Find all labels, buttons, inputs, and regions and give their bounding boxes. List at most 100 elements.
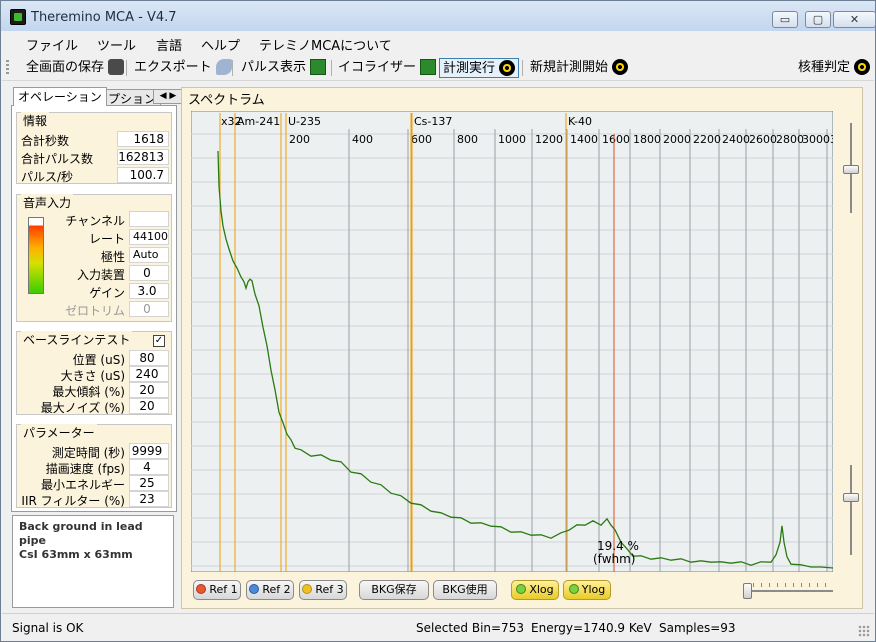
bkg-save-button[interactable]: BKG保存 — [359, 580, 429, 600]
ref1-label: Ref 1 — [209, 583, 238, 596]
x-tick-label: 200 — [289, 133, 310, 146]
measure-time-field[interactable]: 9999 — [129, 443, 169, 459]
audio-row: 入力装置 0 — [17, 265, 173, 282]
x-tick-label: 800 — [457, 133, 478, 146]
toolbar-separator — [331, 60, 332, 76]
input-device-field[interactable]: 0 — [129, 265, 169, 281]
min-energy-field[interactable]: 25 — [129, 475, 169, 491]
param-row: IIR フィルター (%) 23 — [17, 491, 173, 508]
spectrum-plot[interactable]: 200 400 600 800 1000 1200 1400 1600 1800 2000 2200… — [191, 111, 833, 572]
ref3-button[interactable]: Ref 3 — [299, 580, 347, 600]
tab-scroll-arrows[interactable]: ◀ ▶ — [153, 89, 183, 104]
note-line: Back ground in lead pipe — [19, 520, 143, 547]
slider-thumb[interactable] — [843, 493, 859, 502]
baseline-row: 大きさ (uS) 240 — [17, 366, 173, 383]
save-screen-button[interactable]: 全画面の保存 — [26, 58, 125, 78]
x-tick-label: 3000 — [802, 133, 830, 146]
param-row: 最小エネルギー 25 — [17, 475, 173, 492]
notes-textbox[interactable]: Back ground in lead pipe CsI 63mm x 63mm — [12, 515, 174, 608]
resize-grip[interactable] — [858, 625, 870, 637]
signal-status: Signal is OK — [12, 621, 84, 635]
audio-label: ゲイン — [89, 286, 125, 300]
equalizer-button[interactable]: イコライザー — [338, 58, 437, 78]
menu-tools[interactable]: ツール — [97, 35, 136, 54]
info-row: パルス/秒 100.7 — [17, 167, 173, 184]
app-icon — [10, 9, 26, 25]
menu-file[interactable]: ファイル — [26, 35, 78, 54]
slider-thumb[interactable] — [743, 583, 752, 599]
rate-field[interactable]: 44100 — [129, 229, 169, 245]
ref2-label: Ref 2 — [262, 583, 291, 596]
export-button[interactable]: エクスポート — [134, 58, 232, 78]
baseline-checkbox[interactable]: ✓ — [153, 335, 165, 347]
x-tick-labels: 200 400 600 800 1000 1200 1400 1600 1800 2000 2200… — [289, 133, 833, 146]
isotope-marker-label: Cs-137 — [414, 115, 452, 128]
size-field[interactable]: 240 — [129, 366, 169, 382]
toolbar-grip[interactable] — [6, 60, 9, 76]
gain-field[interactable]: 3.0 — [129, 283, 169, 299]
x-scroll-slider[interactable] — [743, 579, 835, 601]
y-zoom-slider[interactable] — [841, 119, 861, 214]
draw-speed-field[interactable]: 4 — [129, 459, 169, 475]
baseline-group-title: ベースラインテスト — [21, 331, 133, 348]
maximize-button[interactable]: ▢ — [805, 11, 831, 28]
audio-label: 極性 — [100, 250, 125, 264]
energy-readout: Energy=1740.9 KeV — [531, 621, 652, 635]
radiation-icon — [612, 58, 629, 75]
ref1-button[interactable]: Ref 1 — [193, 580, 241, 600]
menu-help[interactable]: ヘルプ — [201, 35, 240, 54]
xlog-label: Xlog — [529, 583, 554, 596]
slider-track — [850, 465, 852, 555]
tab-operation[interactable]: オペレーション — [13, 87, 107, 106]
position-field[interactable]: 80 — [129, 350, 169, 366]
note-line: CsI 63mm x 63mm — [19, 548, 133, 561]
info-group-title: 情報 — [21, 112, 50, 129]
y-offset-slider[interactable] — [841, 461, 861, 556]
new-measure-button[interactable]: 新規計測開始 — [530, 58, 629, 78]
x-tick-label: 2000 — [663, 133, 691, 146]
close-button[interactable]: ✕ — [833, 11, 876, 28]
x-tick-label: 2800 — [776, 133, 804, 146]
x-tick-label: 1400 — [570, 133, 598, 146]
iir-filter-field[interactable]: 23 — [129, 491, 169, 507]
audio-row: チャンネル — [17, 211, 173, 228]
isotope-id-label: 核種判定 — [798, 60, 851, 75]
ylog-button[interactable]: Ylog — [563, 580, 611, 600]
slider-thumb[interactable] — [843, 165, 859, 174]
new-measure-label: 新規計測開始 — [530, 60, 609, 75]
info-label: 合計パルス数 — [21, 152, 94, 166]
info-label: 合計秒数 — [21, 134, 70, 148]
samples-count: Samples=93 — [659, 621, 736, 635]
minimize-button[interactable]: ▭ — [772, 11, 798, 28]
param-label: IIR フィルター (%) — [21, 494, 125, 508]
audio-row: ゲイン 3.0 — [17, 283, 173, 300]
bkg-use-button[interactable]: BKG使用 — [433, 580, 497, 600]
run-measure-label: 計測実行 — [443, 61, 496, 76]
fwhm-label: (fwhm) — [593, 552, 636, 566]
baseline-label: 最大ノイズ (%) — [40, 401, 125, 415]
max-noise-field[interactable]: 20 — [129, 398, 169, 414]
run-measure-button[interactable]: 計測実行 — [439, 58, 520, 78]
ylog-label: Ylog — [581, 583, 606, 596]
info-value: 162813 — [117, 149, 169, 165]
isotope-marker-label: U-235 — [288, 115, 321, 128]
ylog-dot-icon — [568, 584, 579, 594]
xlog-dot-icon — [516, 584, 527, 594]
xlog-button[interactable]: Xlog — [511, 580, 559, 600]
isotope-id-button[interactable]: 核種判定 — [798, 58, 871, 78]
export-icon — [215, 58, 232, 75]
pulse-display-button[interactable]: パルス表示 — [241, 58, 327, 78]
max-slope-field[interactable]: 20 — [129, 382, 169, 398]
param-row: 測定時間 (秒) 9999 — [17, 443, 173, 460]
fwhm-value: 19.4 % — [597, 539, 639, 553]
left-panel: オペレーション オプション ◀ ▶ 情報 合計秒数 1618 合計パルス数 16… — [11, 87, 183, 512]
channel-field[interactable] — [129, 211, 169, 227]
menu-about[interactable]: テレミノMCAについて — [259, 35, 392, 54]
ref2-button[interactable]: Ref 2 — [246, 580, 294, 600]
x-tick-label: 1600 — [602, 133, 630, 146]
spectrum-title: スペクトラム — [188, 93, 265, 108]
menu-language[interactable]: 言語 — [156, 35, 182, 54]
zero-trim-field: 0 — [129, 301, 169, 317]
baseline-row: 位置 (uS) 80 — [17, 350, 173, 367]
polarity-field[interactable]: Auto — [129, 247, 169, 263]
